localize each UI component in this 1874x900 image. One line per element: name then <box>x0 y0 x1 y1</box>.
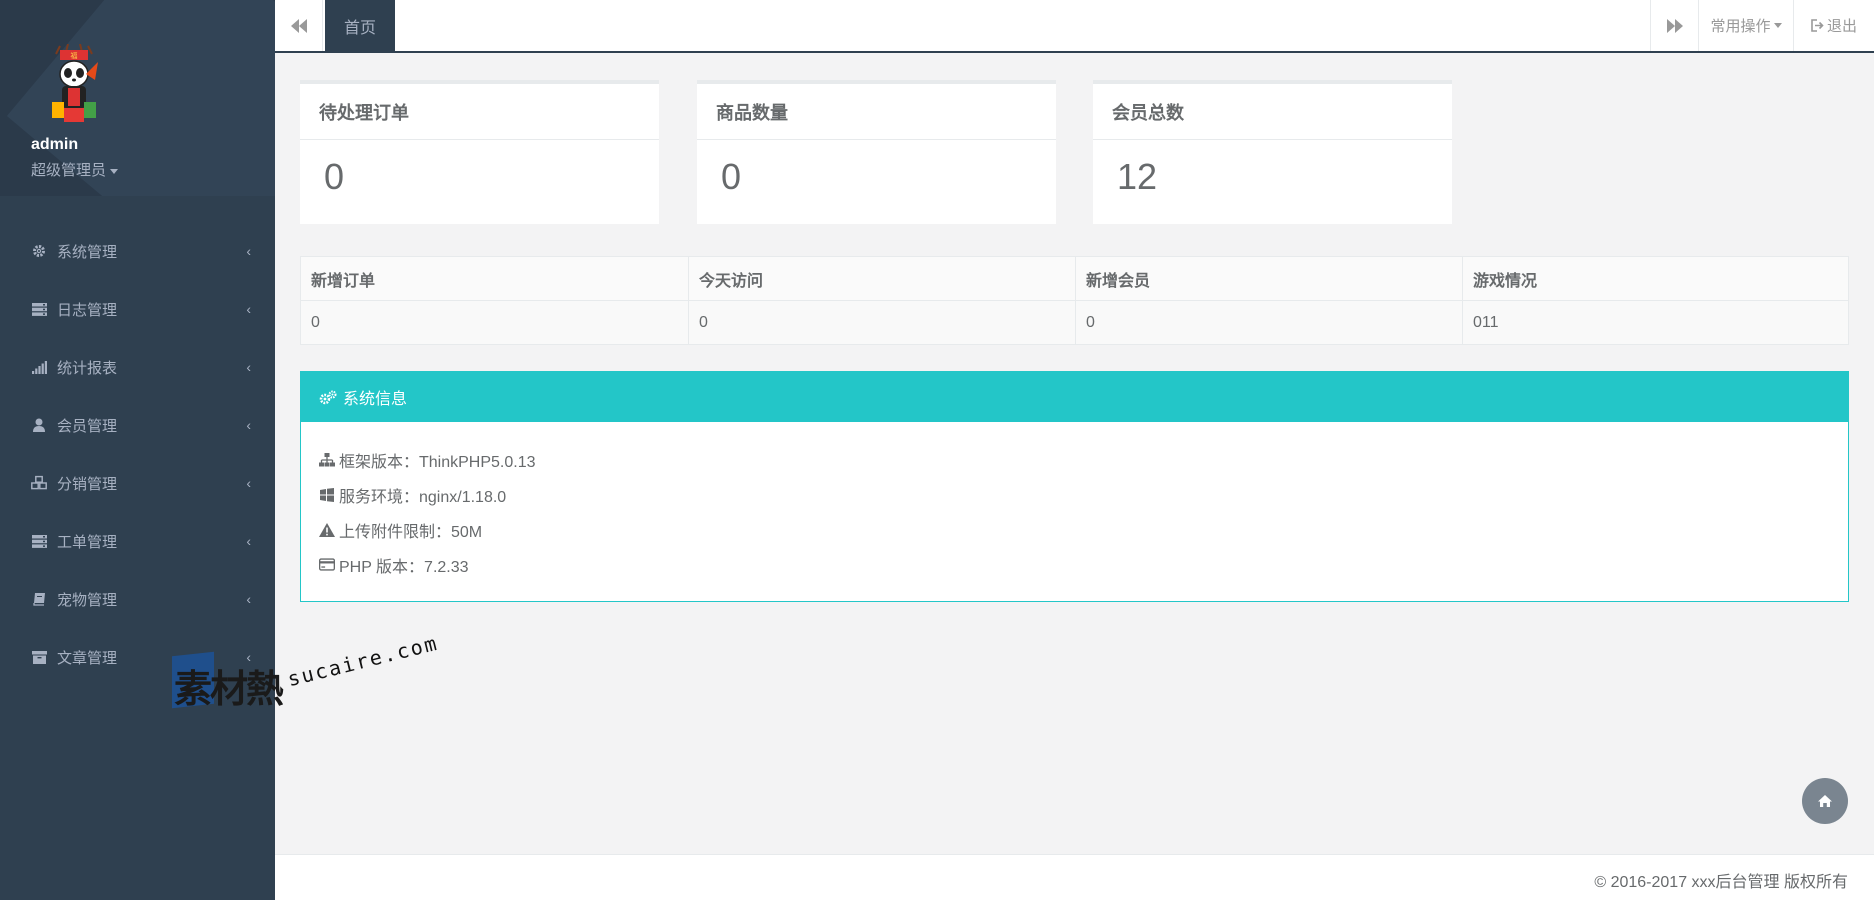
table-header: 今天访问 <box>688 256 1076 301</box>
watermark: 素材熱 sucaire.com <box>170 631 441 711</box>
table-header: 新增会员 <box>1075 256 1463 301</box>
user-role-dropdown[interactable]: 超级管理员 <box>31 159 119 180</box>
gear-icon <box>31 243 47 259</box>
sidebar-item-label: 会员管理 <box>57 417 118 435</box>
sidebar-item-label: 分销管理 <box>57 475 118 493</box>
info-row-server: 服务环境：nginx/1.18.0 <box>319 477 1830 512</box>
table-cell: 011 <box>1462 300 1849 345</box>
chevron-left-icon: ‹ <box>246 533 251 549</box>
caret-down-icon <box>110 168 119 174</box>
copyright-text: © 2016-2017 xxx后台管理 版权所有 <box>1594 874 1848 891</box>
chevron-left-icon: ‹ <box>246 301 251 317</box>
svg-text:福: 福 <box>71 51 78 60</box>
panel-header: 系统信息 <box>301 372 1848 422</box>
table-header: 新增订单 <box>300 256 689 301</box>
scroll-tabs-right-button[interactable] <box>1650 0 1698 51</box>
stats-table: 新增订单 今天访问 新增会员 游戏情况 0 0 0 011 <box>300 256 1849 345</box>
info-label: PHP 版本：7.2.33 <box>339 558 469 576</box>
table-header-row: 新增订单 今天访问 新增会员 游戏情况 <box>300 256 1849 301</box>
sidebar-item-members[interactable]: 会员管理 ‹ <box>0 396 275 454</box>
sidebar-item-label: 日志管理 <box>57 301 118 319</box>
book-icon <box>31 591 47 607</box>
chevron-left-icon: ‹ <box>246 417 251 433</box>
chevron-left-icon: ‹ <box>246 243 251 259</box>
card-value: 12 <box>1117 156 1158 197</box>
table-cell: 0 <box>300 300 689 345</box>
system-info-panel: 系统信息 框架版本：ThinkPHP5.0.13 服务环境：nginx/1.18… <box>300 371 1849 602</box>
chevron-left-icon: ‹ <box>246 591 251 607</box>
table-cell: 0 <box>1075 300 1463 345</box>
home-float-button[interactable] <box>1802 778 1848 824</box>
table-row: 0 0 0 011 <box>300 300 1849 345</box>
sidebar-item-label: 系统管理 <box>57 243 118 261</box>
stat-card-product-count: 商品数量 0 <box>697 80 1056 224</box>
scroll-tabs-left-button[interactable] <box>275 0 323 51</box>
topbar: 首页 常用操作 退出 <box>275 0 1874 53</box>
sidebar-item-label: 统计报表 <box>57 359 118 377</box>
profile-panel: 福 admin 超级管理员 <box>0 0 275 196</box>
sidebar-menu: 系统管理 ‹ 日志管理 ‹ 统计报表 ‹ 会员管理 ‹ 分销管理 ‹ 工单管理 … <box>0 222 275 686</box>
card-title: 商品数量 <box>697 84 1056 140</box>
sidebar-item-label: 文章管理 <box>57 649 118 667</box>
info-label: 框架版本：ThinkPHP5.0.13 <box>339 453 536 471</box>
gears-icon <box>319 390 337 405</box>
sidebar-item-label: 工单管理 <box>57 533 118 551</box>
user-icon <box>31 417 47 433</box>
sidebar-item-system[interactable]: 系统管理 ‹ <box>0 222 275 280</box>
watermark-cn-text: 素材熱 <box>174 667 284 711</box>
chevron-left-icon: ‹ <box>246 475 251 491</box>
footer: © 2016-2017 xxx后台管理 版权所有 <box>275 854 1874 900</box>
backward-icon <box>290 18 307 33</box>
panel-body: 框架版本：ThinkPHP5.0.13 服务环境：nginx/1.18.0 上传… <box>301 422 1848 602</box>
table-header: 游戏情况 <box>1462 256 1849 301</box>
sidebar-item-pets[interactable]: 宠物管理 ‹ <box>0 570 275 628</box>
signal-icon <box>31 359 47 375</box>
server-icon <box>31 533 47 549</box>
sitemap-icon <box>319 452 335 468</box>
table-cell: 0 <box>688 300 1076 345</box>
info-label: 上传附件限制：50M <box>339 523 483 541</box>
server-icon <box>31 301 47 317</box>
archive-icon <box>31 649 47 665</box>
credit-card-icon <box>319 557 335 573</box>
user-role-label: 超级管理员 <box>31 162 107 179</box>
chevron-left-icon: ‹ <box>246 359 251 375</box>
tab-home[interactable]: 首页 <box>325 0 395 51</box>
exit-label: 退出 <box>1826 18 1857 35</box>
info-label: 服务环境：nginx/1.18.0 <box>339 488 507 506</box>
sidebar-item-reports[interactable]: 统计报表 ‹ <box>0 338 275 396</box>
info-row-php-version: PHP 版本：7.2.33 <box>319 547 1830 582</box>
sidebar-item-distribution[interactable]: 分销管理 ‹ <box>0 454 275 512</box>
sidebar-item-label: 宠物管理 <box>57 591 118 609</box>
warning-icon <box>319 522 335 538</box>
card-title: 会员总数 <box>1093 84 1452 140</box>
sign-out-icon <box>1811 19 1824 32</box>
caret-down-icon <box>1773 23 1782 28</box>
cubes-icon <box>31 475 47 491</box>
info-row-upload-limit: 上传附件限制：50M <box>319 512 1830 547</box>
stat-card-pending-orders: 待处理订单 0 <box>300 80 659 224</box>
user-name: admin <box>31 136 79 153</box>
stat-card-member-total: 会员总数 12 <box>1093 80 1452 224</box>
common-operations-label: 常用操作 <box>1710 18 1771 35</box>
forward-icon <box>1666 18 1683 33</box>
windows-icon <box>319 487 335 503</box>
card-title: 待处理订单 <box>300 84 659 140</box>
sidebar-item-logs[interactable]: 日志管理 ‹ <box>0 280 275 338</box>
sidebar-item-tickets[interactable]: 工单管理 ‹ <box>0 512 275 570</box>
panel-title: 系统信息 <box>343 391 408 408</box>
home-icon <box>1818 795 1832 807</box>
card-value: 0 <box>721 156 742 197</box>
watermark-en-text: sucaire.com <box>285 630 441 692</box>
sidebar: 福 admin 超级管理员 系统管理 ‹ 日志管理 ‹ 统计报表 ‹ 会员管理 … <box>0 0 275 900</box>
common-operations-dropdown[interactable]: 常用操作 <box>1698 0 1793 51</box>
info-row-framework: 框架版本：ThinkPHP5.0.13 <box>319 442 1830 477</box>
card-value: 0 <box>324 156 345 197</box>
exit-button[interactable]: 退出 <box>1793 0 1874 51</box>
avatar[interactable]: 福 <box>48 44 100 126</box>
